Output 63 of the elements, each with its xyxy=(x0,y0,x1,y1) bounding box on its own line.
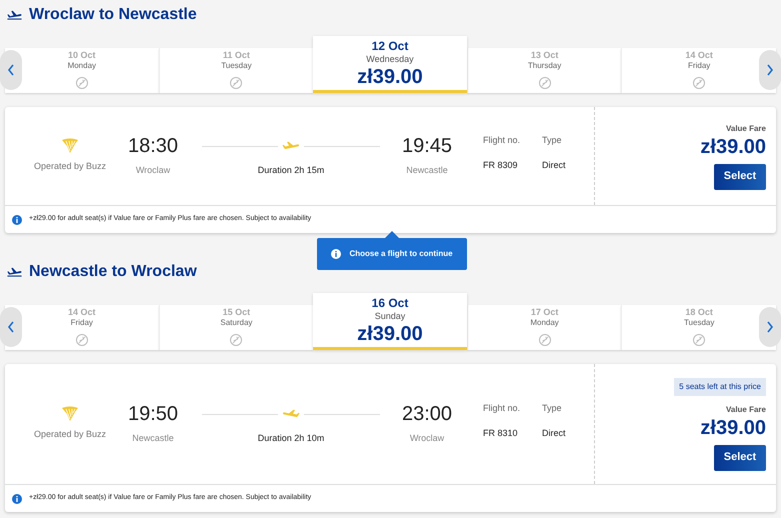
section-title: Wroclaw to Newcastle xyxy=(29,5,197,25)
no-flight-icon xyxy=(538,77,551,89)
time-text: 18:30 xyxy=(128,134,178,158)
no-flight-icon xyxy=(230,334,242,346)
time-text: 23:00 xyxy=(402,402,452,426)
duration-text: Duration 2h 15m xyxy=(258,164,324,178)
chevron-right-icon xyxy=(766,321,774,333)
date-tab[interactable]: 14 Oct Friday xyxy=(5,305,159,350)
fare-price: zł39.00 xyxy=(700,134,766,158)
date-tab[interactable]: 18 Oct Tuesday xyxy=(621,305,776,350)
date-tab[interactable]: 16 Oct Sunday zł39.00 xyxy=(313,293,467,350)
harp-logo-icon xyxy=(61,406,79,422)
info-icon xyxy=(12,494,22,504)
plane-icon xyxy=(6,266,23,278)
city-text: Newcastle xyxy=(406,164,448,178)
fare-label: Value Fare xyxy=(726,122,766,134)
field-label: Type xyxy=(542,402,563,415)
date-tab[interactable]: 17 Oct Monday xyxy=(466,305,622,350)
city-text: Wroclaw xyxy=(410,432,444,446)
chevron-right-button[interactable] xyxy=(759,307,781,347)
plane-icon xyxy=(6,9,23,21)
date-tab[interactable]: 12 Oct Wednesday zł39.00 xyxy=(313,36,467,93)
fare-price: zł39.00 xyxy=(700,416,766,440)
field-value: FR 8309 xyxy=(483,158,519,172)
date-tab[interactable]: 15 Oct Saturday xyxy=(158,305,314,350)
time-text: 19:50 xyxy=(128,402,178,426)
info-icon xyxy=(331,249,342,259)
duration-text: Duration 2h 10m xyxy=(258,432,324,446)
select-button[interactable]: Select xyxy=(714,164,766,190)
chevron-right-icon xyxy=(766,64,774,76)
no-flight-icon xyxy=(230,77,242,89)
operator-text: Operated by Buzz xyxy=(34,160,106,174)
field-value: Direct xyxy=(542,426,566,440)
time-text: 19:45 xyxy=(402,134,452,158)
no-flight-icon xyxy=(693,334,706,346)
no-flight-icon xyxy=(76,77,88,89)
date-tab[interactable]: 10 Oct Monday xyxy=(5,48,159,93)
no-flight-icon xyxy=(693,77,706,89)
harp-logo-icon xyxy=(61,138,79,154)
city-text: Newcastle xyxy=(132,432,174,446)
info-icon xyxy=(12,214,22,224)
section-title: Newcastle to Wroclaw xyxy=(29,262,197,282)
field-label: Flight no. xyxy=(483,402,522,415)
field-value: FR 8310 xyxy=(483,426,519,440)
no-flight-icon xyxy=(538,334,551,346)
field-label: Flight no. xyxy=(483,134,522,147)
city-text: Wroclaw xyxy=(136,164,170,178)
seats-badge: 5 seats left at this price xyxy=(674,378,766,396)
no-flight-icon xyxy=(76,334,88,346)
date-tab[interactable]: 14 Oct Friday xyxy=(621,48,776,93)
date-tab[interactable]: 13 Oct Thursday xyxy=(466,48,622,93)
chevron-left-icon xyxy=(7,321,15,333)
field-label: Type xyxy=(542,134,563,147)
fare-label: Value Fare xyxy=(726,404,766,416)
select-button[interactable]: Select xyxy=(714,444,766,470)
chevron-right-button[interactable] xyxy=(759,50,781,90)
field-value: Direct xyxy=(542,158,566,172)
tooltip-text: Choose a flight to continue xyxy=(349,248,453,260)
chevron-left-icon xyxy=(7,64,15,76)
chevron-left-button[interactable] xyxy=(0,50,22,90)
date-tab[interactable]: 11 Oct Tuesday xyxy=(158,48,314,93)
chevron-left-button[interactable] xyxy=(0,307,22,347)
operator-text: Operated by Buzz xyxy=(34,428,106,442)
